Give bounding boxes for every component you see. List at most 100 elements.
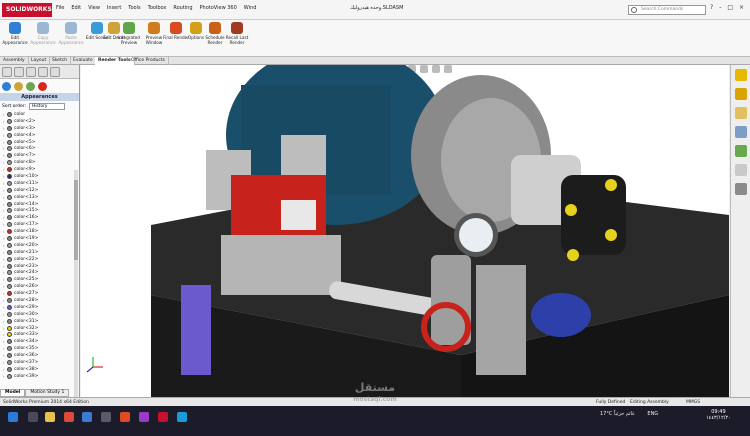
- appearance-item[interactable]: › color<21>: [3, 249, 79, 256]
- appearance-item[interactable]: › color<7>: [3, 152, 79, 159]
- appearance-item[interactable]: › color<32>: [3, 325, 79, 332]
- view-palette-icon[interactable]: [734, 126, 747, 138]
- menu-item[interactable]: Routing: [173, 5, 192, 11]
- panel-scrollbar[interactable]: [74, 170, 78, 400]
- appearance-item[interactable]: › color<15>: [3, 207, 79, 214]
- appearance-item[interactable]: › color<33>: [3, 332, 79, 339]
- appearance-item[interactable]: › color<39>: [3, 373, 79, 379]
- start-button-icon[interactable]: [8, 412, 18, 422]
- appearance-item[interactable]: › color<6>: [3, 145, 79, 152]
- model-tab[interactable]: Model: [0, 389, 26, 397]
- appearance-item[interactable]: › color<34>: [3, 338, 79, 345]
- menu-item[interactable]: Edit: [71, 5, 81, 11]
- appearance-item[interactable]: › color<28>: [3, 297, 79, 304]
- mail-taskbar-icon[interactable]: [82, 412, 92, 422]
- sort-order-select[interactable]: History: [29, 102, 66, 110]
- appearance-item[interactable]: › color<24>: [3, 269, 79, 276]
- weather-temp[interactable]: 17°C: [600, 411, 612, 417]
- adobe-acrobat-taskbar-icon[interactable]: [64, 412, 74, 422]
- solidworks-taskbar-icon[interactable]: [158, 412, 168, 422]
- appearance-item[interactable]: › color<4>: [3, 132, 79, 139]
- ribbon-button[interactable]: Integrated Preview: [116, 22, 142, 45]
- appearance-item[interactable]: › color<12>: [3, 187, 79, 194]
- appearance-item[interactable]: › color<3>: [3, 125, 79, 132]
- menu-item[interactable]: Toolbox: [148, 5, 167, 11]
- command-tab[interactable]: Evaluate: [70, 57, 97, 65]
- solidworks-resources-icon[interactable]: [734, 69, 747, 81]
- minimize-icon[interactable]: -: [719, 4, 721, 11]
- appearance-item[interactable]: › color<36>: [3, 352, 79, 359]
- maximize-icon[interactable]: □: [727, 4, 733, 11]
- search-commands-input[interactable]: Search Commands: [628, 5, 706, 15]
- appearance-item[interactable]: › color<31>: [3, 318, 79, 325]
- menu-item[interactable]: View: [88, 5, 100, 11]
- feature-tree-tab-icon[interactable]: [2, 67, 12, 77]
- appearance-item[interactable]: › color<22>: [3, 256, 79, 263]
- solidworks-forum-icon[interactable]: [734, 183, 747, 195]
- display-manager-tab-icon[interactable]: [50, 67, 60, 77]
- close-icon[interactable]: ×: [739, 4, 744, 11]
- appearance-item[interactable]: › color<13>: [3, 194, 79, 201]
- appearance-item[interactable]: › color<29>: [3, 304, 79, 311]
- scene-icon[interactable]: [26, 81, 35, 91]
- appearance-item[interactable]: › color<26>: [3, 283, 79, 290]
- appearance-item[interactable]: › color<8>: [3, 159, 79, 166]
- appearance-item[interactable]: › color<18>: [3, 228, 79, 235]
- ribbon-button[interactable]: Edit Appearance: [2, 22, 28, 45]
- menu-item[interactable]: File: [56, 5, 64, 11]
- language-indicator[interactable]: ENG: [647, 411, 658, 417]
- command-tab[interactable]: Sketch: [49, 57, 72, 65]
- file-explorer-icon[interactable]: [734, 107, 747, 119]
- dimxpert-tab-icon[interactable]: [38, 67, 48, 77]
- appearance-item[interactable]: › color<10>: [3, 173, 79, 180]
- file-explorer-taskbar-icon[interactable]: [45, 412, 55, 422]
- configuration-tab-icon[interactable]: [26, 67, 36, 77]
- appearance-item[interactable]: › color<11>: [3, 180, 79, 187]
- menu-item[interactable]: Tools: [128, 5, 140, 11]
- lights-icon[interactable]: [38, 81, 47, 91]
- custom-properties-icon[interactable]: [734, 164, 747, 176]
- appearance-item[interactable]: › color<14>: [3, 201, 79, 208]
- appearance-item[interactable]: › color<9>: [3, 166, 79, 173]
- appearance-icon[interactable]: [2, 81, 11, 91]
- search-taskbar-icon[interactable]: [28, 412, 38, 422]
- help-icon[interactable]: ?: [710, 4, 713, 11]
- appearance-item[interactable]: › color<20>: [3, 242, 79, 249]
- appearance-item[interactable]: › color<25>: [3, 276, 79, 283]
- appearance-item[interactable]: › color<37>: [3, 359, 79, 366]
- appearance-item[interactable]: › color<2>: [3, 118, 79, 125]
- appearance-item[interactable]: › color<5>: [3, 139, 79, 146]
- scrollbar-thumb[interactable]: [74, 180, 78, 260]
- appearance-item[interactable]: › color<30>: [3, 311, 79, 318]
- model-tab[interactable]: Motion Study 1: [25, 389, 70, 397]
- appearance-item[interactable]: › color<35>: [3, 345, 79, 352]
- menu-item[interactable]: Insert: [107, 5, 121, 11]
- appearance-item[interactable]: › color<17>: [3, 221, 79, 228]
- unit-system[interactable]: MMGS: [686, 400, 700, 405]
- appearances-scenes-icon[interactable]: [734, 145, 747, 157]
- decal-icon[interactable]: [14, 81, 23, 91]
- ribbon-button[interactable]: Copy Appearance: [30, 22, 56, 45]
- command-tab[interactable]: Office Products: [128, 57, 169, 65]
- menu-item[interactable]: PhotoView 360: [200, 5, 237, 11]
- appearance-item[interactable]: › color<23>: [3, 263, 79, 270]
- graphics-area[interactable]: [81, 65, 729, 397]
- appearance-item[interactable]: › color<38>: [3, 366, 79, 373]
- app-taskbar-icon[interactable]: [101, 412, 111, 422]
- property-manager-tab-icon[interactable]: [14, 67, 24, 77]
- taskbar-clock[interactable]: 09:49 ١٤٤٣/١٢/٢٠: [706, 409, 731, 421]
- appearance-item[interactable]: › color<19>: [3, 235, 79, 242]
- ribbon-button[interactable]: Recall Last Render: [224, 22, 250, 45]
- edge-taskbar-icon[interactable]: [177, 412, 187, 422]
- solidworks-logo[interactable]: SOLIDWORKS: [2, 3, 52, 17]
- command-tab[interactable]: Layout: [28, 57, 51, 65]
- media-taskbar-icon[interactable]: [139, 412, 149, 422]
- command-tab[interactable]: Assembly: [0, 57, 29, 65]
- design-library-icon[interactable]: [734, 88, 747, 100]
- appearance-item[interactable]: › color<27>: [3, 290, 79, 297]
- ribbon-button[interactable]: Paste Appearance: [58, 22, 84, 45]
- menu-item[interactable]: Wind: [244, 5, 257, 11]
- appearance-item[interactable]: › color<16>: [3, 214, 79, 221]
- brave-browser-taskbar-icon[interactable]: [120, 412, 130, 422]
- appearance-item[interactable]: › color: [3, 111, 79, 118]
